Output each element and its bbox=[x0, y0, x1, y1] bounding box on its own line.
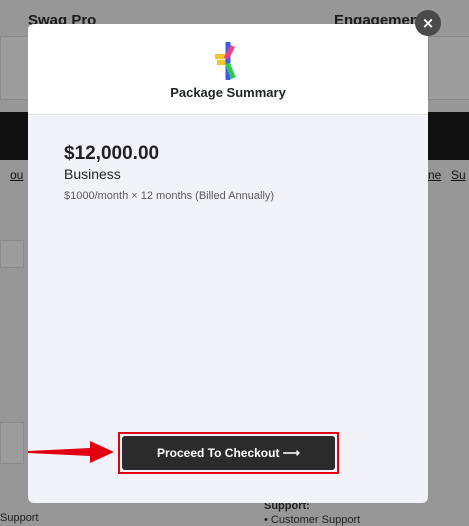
package-price: $12,000.00 bbox=[64, 143, 160, 164]
brand-logo-icon bbox=[215, 42, 236, 80]
billing-details: $1000/month × 12 months (Billed Annually… bbox=[64, 190, 275, 202]
plan-name: Business bbox=[64, 166, 121, 182]
modal-title: Package Summary bbox=[170, 85, 286, 100]
red-arrow-icon bbox=[28, 441, 114, 463]
proceed-to-checkout-button[interactable]: Proceed To Checkout ⟶ bbox=[122, 436, 335, 470]
package-summary-modal: Package Summary $12,000.00 Business $100… bbox=[28, 24, 428, 503]
close-icon[interactable]: × bbox=[415, 10, 441, 36]
modal-header: Package Summary bbox=[28, 24, 428, 115]
page: Swag Pro Engagement ou ne Su Support Sup… bbox=[0, 0, 469, 526]
